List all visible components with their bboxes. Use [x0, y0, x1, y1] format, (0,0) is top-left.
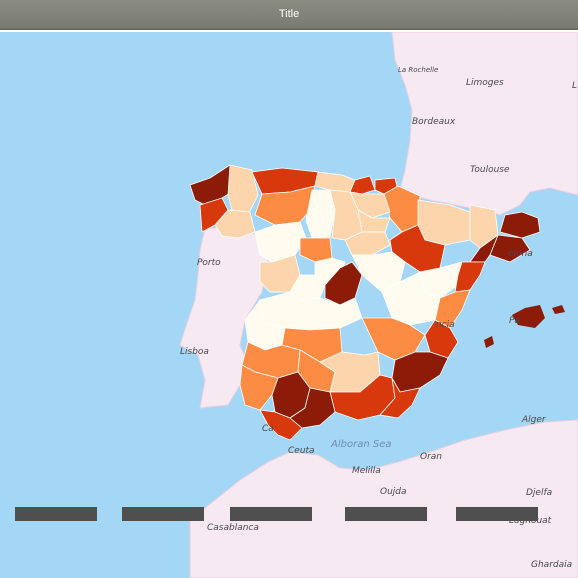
label-ghardaia: Ghardaia: [531, 560, 572, 570]
label-barcelona: elona: [508, 249, 533, 259]
label-bordeaux: Bordeaux: [412, 117, 456, 127]
label-djelfa: Djelfa: [526, 488, 552, 498]
label-alger: Alger: [521, 415, 547, 425]
map-view[interactable]: La Rochelle Limoges Bordeaux Toulouse L …: [0, 32, 578, 578]
legend-bar-3: [230, 507, 312, 521]
label-limoges: Limoges: [466, 78, 504, 88]
label-melilla: Melilla: [352, 466, 381, 476]
label-oran: Oran: [420, 452, 442, 462]
label-porto: Porto: [197, 258, 221, 268]
label-la-rochelle: La Rochelle: [398, 66, 438, 74]
legend-bar-5: [456, 507, 538, 521]
title-bar: Title: [0, 0, 578, 30]
label-lisboa: Lisboa: [180, 347, 209, 357]
label-toulouse: Toulouse: [470, 165, 510, 175]
window-title: Title: [278, 8, 300, 20]
map-canvas[interactable]: La Rochelle Limoges Bordeaux Toulouse L …: [0, 32, 578, 578]
province-palencia: [305, 189, 336, 239]
label-valencia: ncia: [436, 320, 455, 330]
label-ceuta: Ceuta: [288, 446, 315, 456]
label-alboran-sea: Alboran Sea: [330, 439, 391, 450]
label-l-edge: L: [572, 81, 577, 91]
legend-bar-2: [122, 507, 204, 521]
legend-bar-4: [345, 507, 427, 521]
label-cadiz: Ca: [262, 424, 274, 434]
legend-bar-1: [15, 507, 97, 521]
app-window: Title La Rochelle Limoges Bordeaux Toulo…: [0, 0, 578, 578]
label-oujda: Oujda: [380, 487, 407, 497]
label-palma: Pa: [509, 316, 520, 326]
label-casablanca: Casablanca: [207, 523, 259, 533]
